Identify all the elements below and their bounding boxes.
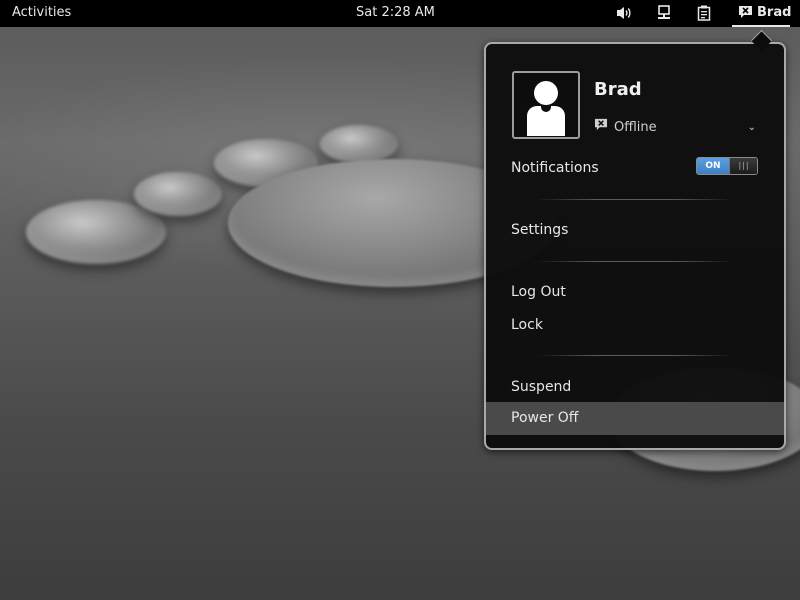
log-out-label: Log Out (511, 284, 566, 300)
user-menu-name: Brad (757, 5, 792, 20)
menu-separator (536, 199, 734, 200)
user-menu: Brad Offline ⌄ Notifications ON ||| Sett… (484, 42, 786, 450)
offline-status-icon (594, 118, 608, 134)
chevron-down-icon: ⌄ (747, 122, 756, 133)
status-label: Offline (614, 120, 657, 135)
clipboard-icon[interactable] (697, 5, 711, 25)
user-menu-button[interactable]: Brad (732, 0, 792, 27)
log-out-item[interactable]: Log Out (486, 276, 784, 309)
status-selector[interactable]: Offline ⌄ (594, 118, 756, 138)
clock[interactable]: Sat 2:28 AM (356, 5, 435, 20)
volume-icon[interactable] (615, 5, 633, 25)
user-status-icon (738, 5, 753, 23)
settings-label: Settings (511, 222, 569, 238)
notifications-label: Notifications (511, 160, 599, 176)
lock-label: Lock (511, 317, 543, 333)
user-name: Brad (594, 79, 642, 100)
avatar[interactable] (512, 71, 580, 139)
suspend-label: Suspend (511, 379, 572, 395)
power-off-label: Power Off (511, 410, 579, 426)
toggle-on-label: ON (697, 158, 729, 174)
menu-separator (536, 355, 734, 356)
toggle-knob: ||| (729, 158, 757, 174)
lock-item[interactable]: Lock (486, 309, 784, 342)
activities-button[interactable]: Activities (12, 5, 71, 20)
menu-separator (536, 261, 734, 262)
suspend-item[interactable]: Suspend (486, 371, 784, 404)
settings-item[interactable]: Settings (486, 214, 784, 247)
water-drop (26, 200, 166, 264)
notifications-toggle[interactable]: ON ||| (696, 157, 758, 175)
top-bar: Activities Sat 2:28 AM Brad (0, 0, 800, 27)
water-drop (134, 172, 222, 216)
power-off-item[interactable]: Power Off (486, 402, 784, 435)
water-drop (320, 125, 398, 163)
network-icon[interactable] (656, 5, 672, 25)
